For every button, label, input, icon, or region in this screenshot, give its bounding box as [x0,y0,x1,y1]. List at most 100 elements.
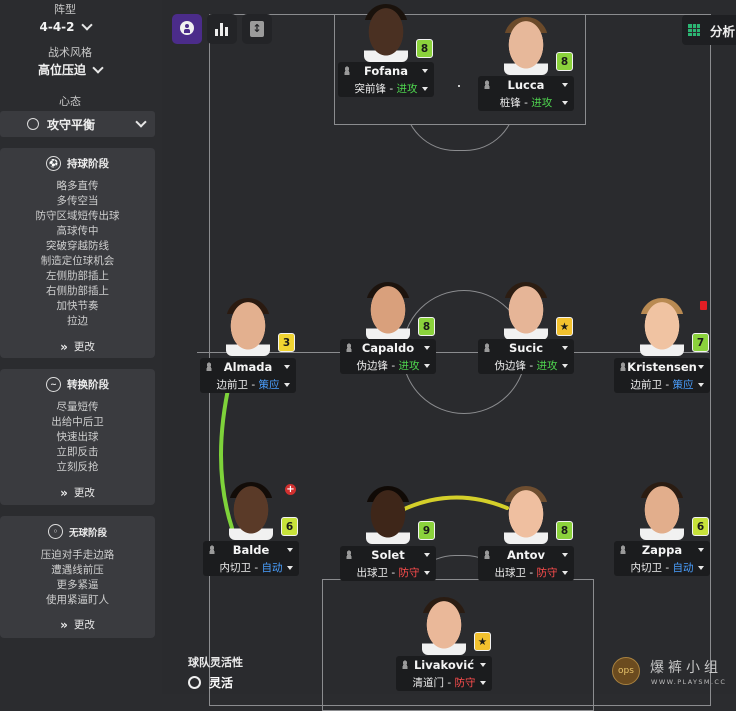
duty: 防守 [536,567,558,579]
instruction-item: 快速出球 [56,431,99,443]
player-card[interactable]: Fofana 突前锋 - 进攻 [338,62,434,97]
player-card[interactable]: Zappa 内切卫 - 自动 [614,541,710,576]
player-portrait [229,482,273,540]
role-name: 清道门 [412,677,445,689]
change-button[interactable]: » 更改 [0,485,155,500]
player-role: 出球卫 - 防守 [340,565,436,580]
chevron-down-icon[interactable] [480,663,486,667]
duty: 进攻 [396,83,418,95]
chevron-down-icon[interactable] [562,101,568,105]
role-separator: - [526,360,537,372]
instruction-item: 立即反击 [56,446,99,458]
chevron-down-icon[interactable] [562,571,568,575]
style-value: 高位压迫 [37,63,86,77]
chevron-down-icon[interactable] [562,83,568,87]
duty: 自动 [672,562,694,574]
chevron-down-icon[interactable] [480,681,486,685]
chevron-down-icon [92,61,104,74]
instruction-item: 尽量短传 [56,401,99,413]
duty: 自动 [261,562,283,574]
chevron-down-icon[interactable] [698,365,704,369]
role-separator: - [388,567,399,579]
analysis-button[interactable]: 分析 [682,15,736,45]
team-fluidity[interactable]: 球队灵活性 灵活 [188,654,268,692]
change-button[interactable]: » 更改 [0,339,155,354]
chevron-down-icon[interactable] [698,548,704,552]
grid-icon [688,24,700,36]
chevron-down-icon[interactable] [562,364,568,368]
chevron-down-icon[interactable] [422,69,428,73]
role-name: 边前卫 [630,379,663,391]
player-card[interactable]: Almada 边前卫 - 策应 [200,358,296,393]
instruction-item: 左侧肋部插上 [46,270,109,282]
view-toggle-stats[interactable] [207,14,237,44]
instruction-item: 使用紧逼盯人 [46,594,109,606]
chevron-down-icon[interactable] [424,364,430,368]
player-card[interactable]: Sucic 伪边锋 - 进攻 [478,339,574,374]
in-possession-panel: ⚽ 持球阶段 略多直传 多传空当 防守区域短传出球 高球传中 突破穿越防线 制造… [0,148,155,358]
role-name: 内切卫 [219,562,252,574]
player-portrait [504,17,548,75]
rating-badge: ★ [556,317,573,336]
player-portrait [504,486,548,544]
player-role: 伪边锋 - 进攻 [340,358,436,373]
rating-badge: 8 [556,52,573,71]
instruction-item: 拉边 [67,315,88,327]
player-card[interactable]: Lucca 桩锋 - 进攻 [478,76,574,111]
player-name: Sucic [508,341,544,355]
duty: 进攻 [531,97,553,109]
player-card[interactable]: Livaković 清道门 - 防守 [396,656,492,691]
player-portrait [366,486,410,544]
mentality-select[interactable]: 攻守平衡 [0,111,155,137]
chevron-down-icon[interactable] [562,553,568,557]
rating-badge: 8 [416,39,433,58]
player-role: 内切卫 - 自动 [614,560,710,575]
player-card[interactable]: Balde 内切卫 - 自动 [203,541,299,576]
chevron-down-icon[interactable] [422,87,428,91]
chevron-down-icon[interactable] [698,383,704,387]
instruction-item: 更多紧逼 [56,579,99,591]
team-fluidity-label: 球队灵活性 [188,656,243,669]
chevron-down-icon[interactable] [287,548,293,552]
role-separator: - [251,562,262,574]
duty: 策应 [258,379,280,391]
player-name: Lucca [507,78,545,92]
chevron-down-icon[interactable] [284,365,290,369]
change-button[interactable]: » 更改 [0,617,155,632]
fluidity-icon [188,676,201,689]
role-name: 出球卫 [356,567,389,579]
instruction-item: 多传空当 [56,195,99,207]
chevron-down-icon[interactable] [698,566,704,570]
duty: 进攻 [398,360,420,372]
player-card[interactable]: Capaldo 伪边锋 - 进攻 [340,339,436,374]
player-name: Livaković [413,658,475,672]
chevron-down-icon[interactable] [562,346,568,350]
role-separator: - [662,379,673,391]
chevron-down-icon[interactable] [284,383,290,387]
player-card[interactable]: Kristensen 边前卫 - 策应 [614,358,710,393]
transition-icon: ~ [46,377,61,392]
instruction-item: 出给中后卫 [51,416,104,428]
mentality-label: 心态 [59,95,81,108]
player-role: 桩锋 - 进攻 [478,95,574,110]
transition-panel: ~ 转换阶段 尽量短传 出给中后卫 快速出球 立即反击 立刻反抢 » 更改 [0,369,155,505]
instruction-item: 压迫对手走边路 [40,549,115,561]
view-toggle-info[interactable]: ↕ [242,14,272,44]
mentality-icon [27,118,39,130]
chevron-down-icon[interactable] [424,346,430,350]
formation-select[interactable]: 4-4-2 [0,19,130,34]
view-toggle-player[interactable] [172,14,202,44]
player-card[interactable]: Antov 出球卫 - 防守 [478,546,574,581]
role-name: 桩锋 [499,97,521,109]
double-chevron-icon: » [60,339,68,354]
style-select[interactable]: 高位压迫 [0,61,140,78]
rating-badge: 6 [692,517,709,536]
add-icon[interactable]: + [285,484,296,495]
team-fluidity-value: 灵活 [209,676,234,690]
style-label: 战术风格 [48,46,92,59]
role-name: 内切卫 [630,562,663,574]
player-card[interactable]: Solet 出球卫 - 防守 [340,546,436,581]
chevron-down-icon[interactable] [424,553,430,557]
chevron-down-icon[interactable] [424,571,430,575]
chevron-down-icon[interactable] [287,566,293,570]
